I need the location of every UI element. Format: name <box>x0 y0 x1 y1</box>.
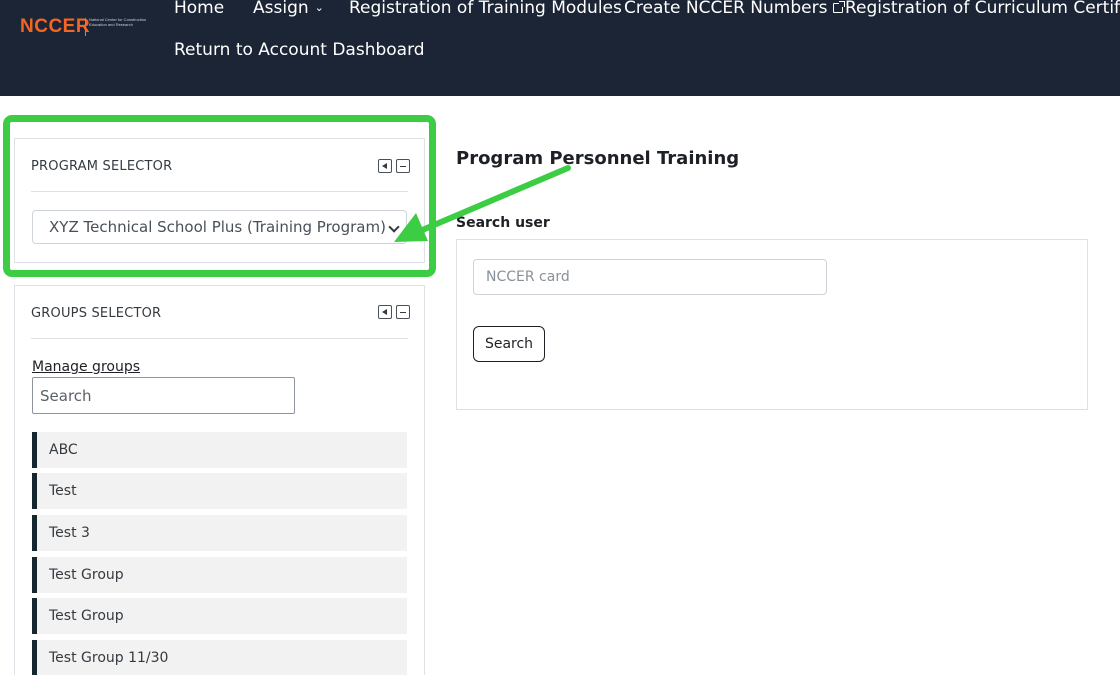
program-select[interactable]: XYZ Technical School Plus (Training Prog… <box>32 210 407 244</box>
groups-selector-block: GROUPS SELECTOR Manage groups ABC Test T… <box>14 285 425 675</box>
divider <box>31 338 408 339</box>
groups-selector-title: GROUPS SELECTOR <box>31 306 162 321</box>
minimize-icon[interactable] <box>396 159 410 173</box>
collapse-left-icon[interactable] <box>378 159 392 173</box>
nav-return-dashboard[interactable]: Return to Account Dashboard <box>174 40 425 60</box>
divider <box>31 191 408 192</box>
groups-selector-controls <box>378 305 410 319</box>
search-user-card: Search <box>456 239 1088 410</box>
logo-wordmark: NCCER <box>20 16 91 37</box>
page-title: Program Personnel Training <box>456 148 740 169</box>
group-item[interactable]: Test Group 11/30 <box>32 640 407 675</box>
minimize-icon[interactable] <box>396 305 410 319</box>
nav-home[interactable]: Home <box>174 0 224 18</box>
group-item[interactable]: Test Group <box>32 557 407 593</box>
manage-groups-link[interactable]: Manage groups <box>32 359 140 375</box>
collapse-left-icon[interactable] <box>378 305 392 319</box>
nav-registration-curriculum[interactable]: Registration of Curriculum Certificatio <box>845 0 1120 18</box>
group-item[interactable]: Test Group <box>32 598 407 634</box>
nav-create-nccer-numbers[interactable]: Create NCCER Numbers <box>624 0 846 18</box>
nav-assign-label: Assign <box>253 0 309 18</box>
group-search-input[interactable] <box>32 377 295 414</box>
external-link-icon <box>833 1 846 13</box>
chevron-down-icon: ⌄ <box>314 1 324 14</box>
group-item[interactable]: Test <box>32 473 407 509</box>
program-selector-title: PROGRAM SELECTOR <box>31 159 173 174</box>
program-select-value: XYZ Technical School Plus (Training Prog… <box>49 218 386 236</box>
program-selector-block: PROGRAM SELECTOR XYZ Technical School Pl… <box>14 138 425 263</box>
nav-create-nccer-numbers-label: Create NCCER Numbers <box>624 0 828 18</box>
chevron-down-icon <box>388 221 400 233</box>
logo-divider <box>85 18 86 36</box>
group-item[interactable]: ABC <box>32 432 407 468</box>
program-selector-controls <box>378 159 410 173</box>
search-user-label: Search user <box>456 215 550 231</box>
top-navbar: NCCER National Center for Construction E… <box>0 0 1120 96</box>
search-button[interactable]: Search <box>473 326 545 362</box>
logo-tagline: National Center for Construction Educati… <box>89 17 147 27</box>
group-item[interactable]: Test 3 <box>32 515 407 551</box>
nccer-card-input[interactable] <box>473 259 827 295</box>
nav-registration-training-modules[interactable]: Registration of Training Modules <box>349 0 622 18</box>
nccer-logo[interactable]: NCCER National Center for Construction E… <box>20 16 146 40</box>
nav-assign[interactable]: Assign ⌄ <box>253 0 324 18</box>
